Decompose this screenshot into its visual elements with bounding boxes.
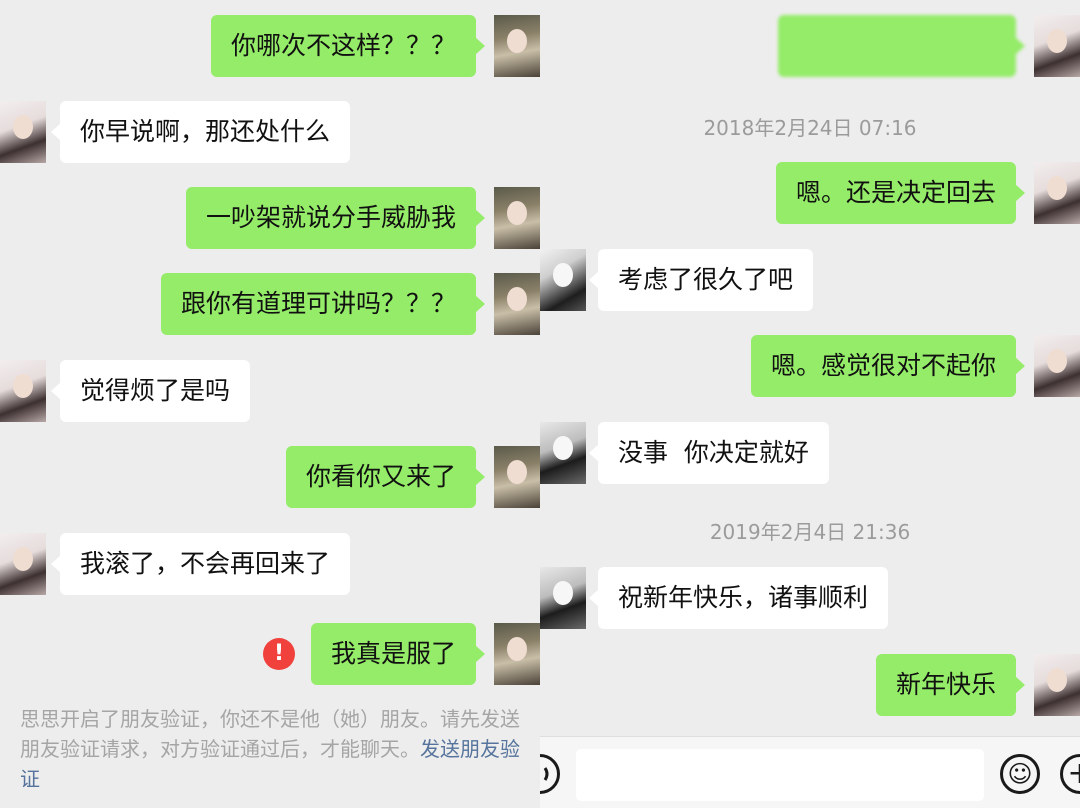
message-row: 你哪次不这样？？？: [0, 15, 540, 77]
message-bubble-sent[interactable]: 新年快乐: [875, 654, 1026, 716]
my-avatar[interactable]: [494, 15, 540, 77]
message-bubble-received[interactable]: 觉得烦了是吗: [50, 360, 251, 422]
message-row: 我滚了，不会再回来了: [0, 533, 540, 595]
chat-panel-left: 你哪次不这样？？？ 你早说啊，那还处什么 一吵架就说分手威胁我 跟你有道理可讲吗…: [0, 0, 540, 808]
chat-input-bar: ☺ +: [540, 736, 1080, 808]
my-avatar[interactable]: [494, 623, 540, 685]
message-bubble-received[interactable]: 考虑了很久了吧: [588, 249, 814, 311]
message-input[interactable]: [576, 749, 984, 801]
message-bubble-sent[interactable]: 一吵架就说分手威胁我: [185, 187, 486, 249]
message-bubble-sent[interactable]: 你看你又来了: [285, 446, 486, 508]
chat-panel-right: 2018年2月24日 07:16 嗯。还是决定回去 考虑了很久了吧 嗯。感觉很对…: [540, 0, 1080, 808]
contact-avatar[interactable]: [540, 249, 586, 311]
message-row: 觉得烦了是吗: [0, 360, 540, 422]
message-bubble-sent[interactable]: 嗯。还是决定回去: [775, 162, 1026, 224]
message-bubble-received[interactable]: 没事 你决定就好: [589, 422, 829, 484]
timestamp: 2018年2月24日 07:16: [703, 116, 917, 140]
message-row: [540, 15, 1080, 77]
message-bubble-sent[interactable]: 你哪次不这样？？？: [210, 15, 486, 77]
my-avatar[interactable]: [1034, 654, 1080, 716]
contact-avatar[interactable]: [0, 533, 46, 595]
message-row: 嗯。还是决定回去: [540, 162, 1080, 224]
my-avatar[interactable]: [494, 273, 540, 335]
message-bubble-received[interactable]: 你早说啊，那还处什么: [50, 101, 351, 163]
contact-avatar[interactable]: [0, 360, 46, 422]
message-bubble-sent[interactable]: 嗯。感觉很对不起你: [750, 335, 1026, 397]
emoji-icon[interactable]: ☺: [1000, 754, 1040, 794]
plus-icon[interactable]: +: [1060, 754, 1080, 794]
friend-verification-notice: 思思开启了朋友验证，你还不是他（她）朋友。请先发送朋友验证请求，对方验证通过后，…: [20, 704, 525, 794]
message-row: 你看你又来了: [0, 446, 540, 508]
message-bubble-sent-blurred[interactable]: [778, 15, 1025, 77]
message-row: 没事 你决定就好: [540, 422, 1080, 484]
contact-avatar[interactable]: [0, 101, 46, 163]
timestamp: 2019年2月4日 21:36: [709, 520, 911, 544]
message-row: ! 我真是服了: [0, 623, 540, 685]
contact-avatar[interactable]: [540, 567, 586, 629]
message-row: 新年快乐: [540, 654, 1080, 716]
voice-wave-icon: [543, 767, 549, 781]
my-avatar[interactable]: [1034, 162, 1080, 224]
message-row: 考虑了很久了吧: [540, 249, 1080, 311]
message-bubble-sent[interactable]: 跟你有道理可讲吗？？？: [160, 273, 486, 335]
contact-avatar[interactable]: [540, 422, 586, 484]
my-avatar[interactable]: [494, 187, 540, 249]
my-avatar[interactable]: [494, 446, 540, 508]
message-row: 一吵架就说分手威胁我: [0, 187, 540, 249]
message-row: 祝新年快乐，诸事顺利: [540, 567, 1080, 629]
message-bubble-received[interactable]: 祝新年快乐，诸事顺利: [588, 567, 889, 629]
message-bubble-received[interactable]: 我滚了，不会再回来了: [50, 533, 351, 595]
my-avatar[interactable]: [1034, 335, 1080, 397]
voice-icon[interactable]: [540, 754, 560, 794]
message-row: 你早说啊，那还处什么: [0, 101, 540, 163]
send-failed-icon[interactable]: !: [263, 638, 295, 670]
my-avatar[interactable]: [1034, 15, 1080, 77]
message-bubble-sent[interactable]: 我真是服了: [310, 623, 486, 685]
message-row: 嗯。感觉很对不起你: [540, 335, 1080, 397]
message-row: 跟你有道理可讲吗？？？: [0, 273, 540, 335]
